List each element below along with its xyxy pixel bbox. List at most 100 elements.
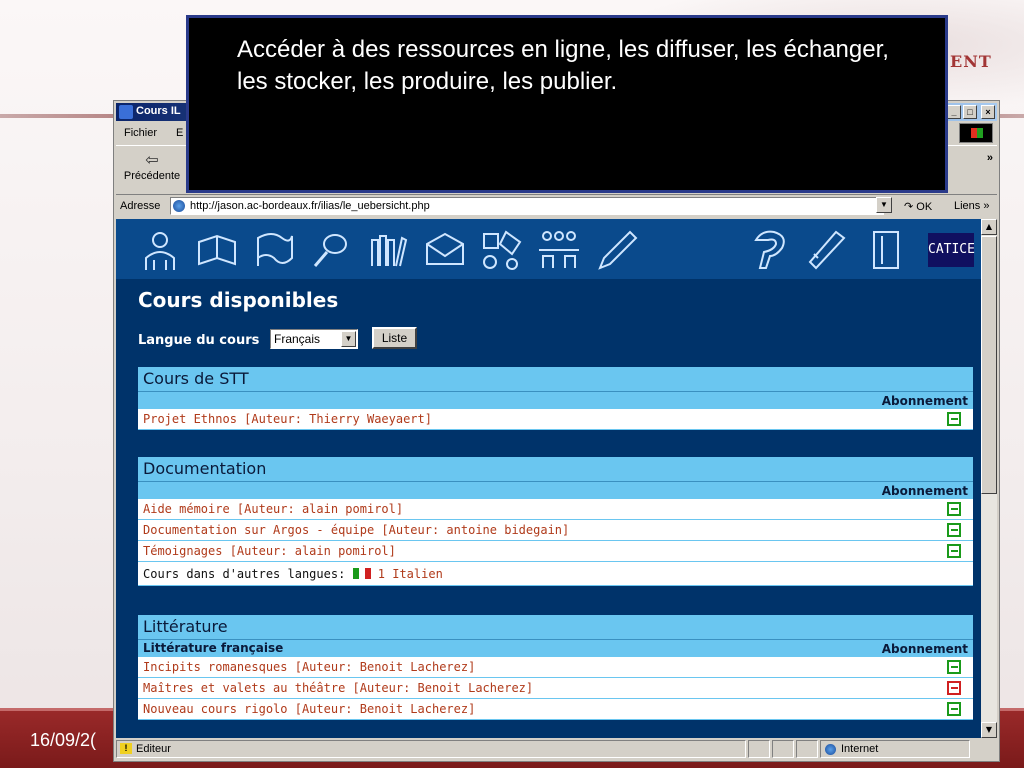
page-viewport: CATICE Cours disponibles Langue du cours… bbox=[116, 219, 981, 738]
course-row: Aide mémoire [Auteur: alain pomirol] bbox=[138, 499, 973, 520]
course-link[interactable]: Aide mémoire [Auteur: alain pomirol] bbox=[143, 502, 403, 516]
ie-app-icon bbox=[119, 105, 133, 119]
other-languages-text: Cours dans d'autres langues: 1 Italien bbox=[143, 567, 443, 581]
windows-logo-icon bbox=[959, 123, 993, 143]
door-icon[interactable] bbox=[864, 228, 908, 272]
go-label: OK bbox=[916, 201, 933, 213]
address-url: http://jason.ac-bordeaux.fr/ilias/le_ueb… bbox=[190, 200, 430, 212]
category-title: Documentation bbox=[143, 459, 267, 478]
slide-brand-text: ENT bbox=[950, 52, 992, 71]
subscribe-icon[interactable] bbox=[947, 544, 961, 558]
group-icon[interactable] bbox=[537, 228, 581, 272]
back-arrow-icon: ⇦ bbox=[145, 152, 159, 169]
status-cell bbox=[748, 740, 770, 758]
subscribe-icon[interactable] bbox=[947, 502, 961, 516]
language-select[interactable]: Français ▼ bbox=[270, 329, 358, 349]
subcategory-title: Littérature française bbox=[143, 641, 284, 655]
course-row: Maîtres et valets au théâtre [Auteur: Be… bbox=[138, 678, 973, 699]
subscription-column-header: Abonnement bbox=[881, 484, 968, 498]
page-icon bbox=[173, 200, 185, 212]
subscribe-icon[interactable] bbox=[947, 412, 961, 426]
course-link[interactable]: Documentation sur Argos - équipe [Auteur… bbox=[143, 523, 569, 537]
maximize-button[interactable]: □ bbox=[963, 105, 977, 119]
close-button[interactable]: × bbox=[981, 105, 995, 119]
course-row: Incipits romanesques [Auteur: Benoit Lac… bbox=[138, 657, 973, 678]
library-icon[interactable] bbox=[366, 228, 410, 272]
course-link[interactable]: Nouveau cours rigolo [Auteur: Benoit Lac… bbox=[143, 702, 475, 716]
status-text: Editeur bbox=[136, 743, 171, 755]
status-bar: ! Editeur Internet bbox=[116, 739, 997, 759]
course-link[interactable]: Témoignages [Auteur: alain pomirol] bbox=[143, 544, 396, 558]
subscription-column-header: Abonnement bbox=[881, 642, 968, 656]
security-zone: Internet bbox=[820, 740, 970, 758]
status-message: ! Editeur bbox=[116, 740, 746, 758]
toolbar-more-chevron-icon[interactable]: » bbox=[987, 152, 993, 164]
back-button[interactable]: ⇦ Précédente bbox=[120, 150, 184, 190]
subscribe-icon[interactable] bbox=[947, 702, 961, 716]
subscription-column-header: Abonnement bbox=[881, 394, 968, 408]
page-title: Cours disponibles bbox=[138, 288, 339, 312]
category-header-litterature: Littérature bbox=[138, 615, 973, 639]
minimize-button[interactable]: _ bbox=[947, 105, 961, 119]
status-cell bbox=[772, 740, 794, 758]
pencil-icon[interactable] bbox=[594, 228, 638, 272]
liste-button[interactable]: Liste bbox=[372, 327, 417, 349]
category-subheader: Abonnement bbox=[138, 481, 973, 499]
mail-icon[interactable] bbox=[423, 228, 467, 272]
course-link[interactable]: Incipits romanesques [Auteur: Benoit Lac… bbox=[143, 660, 475, 674]
course-row: Nouveau cours rigolo [Auteur: Benoit Lac… bbox=[138, 699, 973, 720]
address-label: Adresse bbox=[120, 200, 161, 212]
browser-window: Cours IL _ □ × Fichier E ⇦ Précédente » … bbox=[113, 100, 1000, 762]
slide-date: 16/09/2( bbox=[30, 730, 97, 750]
book-icon[interactable] bbox=[195, 228, 239, 272]
search-icon[interactable] bbox=[309, 228, 353, 272]
italian-flag-icon bbox=[352, 568, 371, 579]
course-link[interactable]: Projet Ethnos [Auteur: Thierry Waeyaert] bbox=[143, 412, 432, 426]
window-title: Cours IL bbox=[136, 105, 181, 117]
catice-badge[interactable]: CATICE bbox=[928, 233, 975, 267]
slide-callout-box: Accéder à des ressources en ligne, les d… bbox=[186, 15, 948, 193]
other-languages-label: Cours dans d'autres langues: bbox=[143, 567, 346, 581]
category-title: Littérature bbox=[143, 617, 228, 636]
unsubscribe-icon[interactable] bbox=[947, 681, 961, 695]
course-row: Projet Ethnos [Auteur: Thierry Waeyaert] bbox=[138, 409, 973, 430]
address-dropdown-icon[interactable]: ▼ bbox=[876, 197, 892, 213]
flag-icon[interactable] bbox=[252, 228, 296, 272]
language-label: Langue du cours bbox=[138, 333, 260, 348]
menu-fichier[interactable]: Fichier bbox=[124, 127, 157, 139]
scroll-thumb[interactable] bbox=[981, 236, 997, 494]
course-row: Témoignages [Auteur: alain pomirol] bbox=[138, 541, 973, 562]
italian-language-link[interactable]: 1 Italien bbox=[378, 567, 443, 581]
category-title: Cours de STT bbox=[143, 369, 249, 388]
category-header-documentation: Documentation bbox=[138, 457, 973, 481]
scroll-up-icon[interactable]: ▲ bbox=[981, 219, 997, 235]
puzzle-icon[interactable] bbox=[480, 228, 524, 272]
ruler-icon[interactable] bbox=[806, 228, 850, 272]
warning-icon: ! bbox=[120, 743, 132, 754]
scroll-down-icon[interactable]: ▼ bbox=[981, 722, 997, 738]
subscribe-icon[interactable] bbox=[947, 660, 961, 674]
chevron-down-icon[interactable]: ▼ bbox=[341, 331, 356, 347]
language-select-value: Français bbox=[274, 332, 321, 346]
back-button-label: Précédente bbox=[123, 170, 181, 182]
person-icon[interactable] bbox=[138, 228, 182, 272]
nav-icon-strip: CATICE bbox=[116, 219, 981, 279]
go-button[interactable]: ↷ OK bbox=[904, 200, 932, 213]
callout-text: Accéder à des ressources en ligne, les d… bbox=[237, 36, 889, 95]
course-link[interactable]: Maîtres et valets au théâtre [Auteur: Be… bbox=[143, 681, 533, 695]
course-row: Documentation sur Argos - équipe [Auteur… bbox=[138, 520, 973, 541]
category-header-stt: Cours de STT bbox=[138, 367, 973, 391]
security-zone-label: Internet bbox=[841, 743, 879, 755]
links-button[interactable]: Liens » bbox=[954, 200, 989, 212]
other-languages-row: Cours dans d'autres langues: 1 Italien bbox=[138, 562, 973, 586]
address-bar: Adresse http://jason.ac-bordeaux.fr/ilia… bbox=[116, 195, 997, 217]
category-subheader: Abonnement bbox=[138, 391, 973, 409]
internet-zone-icon bbox=[825, 744, 836, 755]
status-cell bbox=[796, 740, 818, 758]
address-input[interactable]: http://jason.ac-bordeaux.fr/ilias/le_ueb… bbox=[170, 197, 884, 215]
subscribe-icon[interactable] bbox=[947, 523, 961, 537]
menu-edition[interactable]: E bbox=[176, 127, 183, 139]
vertical-scrollbar[interactable]: ▲ ▼ bbox=[981, 219, 997, 738]
category-subheader: Littérature française Abonnement bbox=[138, 639, 973, 657]
help-icon[interactable] bbox=[748, 228, 792, 272]
